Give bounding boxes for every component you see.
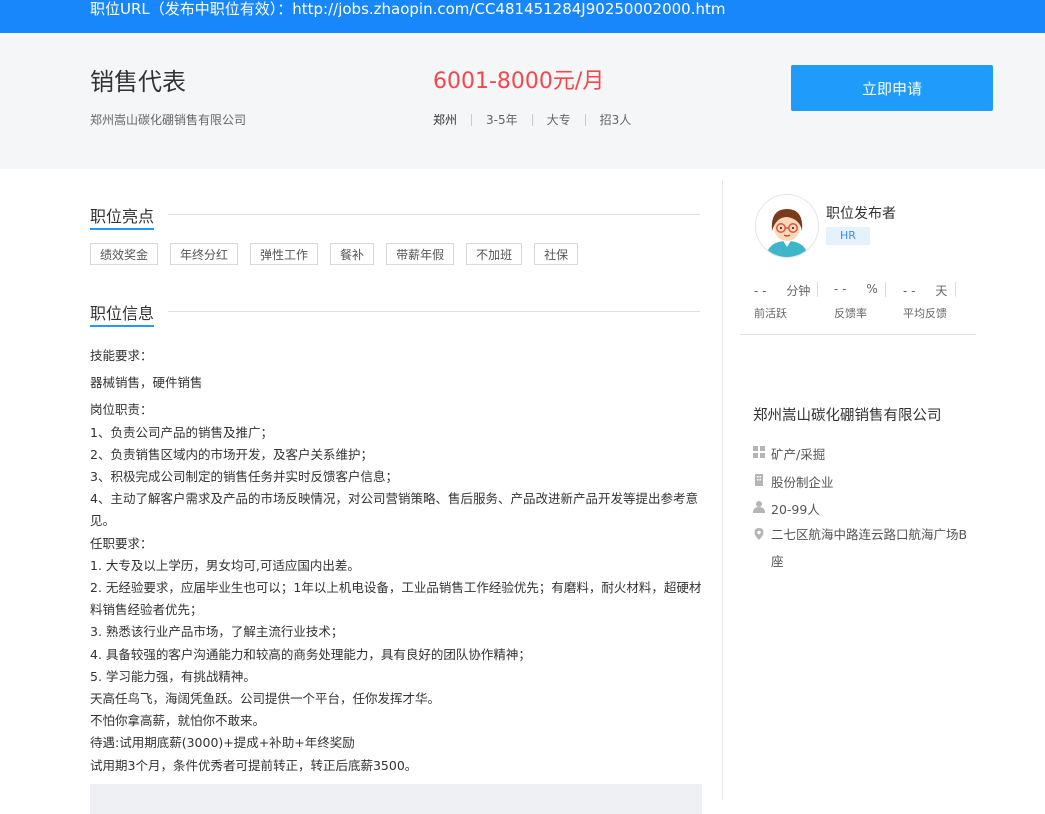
- heading-underline: [90, 325, 154, 327]
- company-type: 股份制企业: [771, 475, 834, 490]
- stat-value: - -: [903, 284, 916, 298]
- company-name-link[interactable]: 郑州嵩山碳化硼销售有限公司: [90, 111, 246, 128]
- person-icon: [753, 501, 765, 513]
- desc-line: 3. 熟悉该行业产品市场，了解主流行业技术；: [90, 624, 344, 640]
- stat-label: 平均反馈: [903, 307, 947, 320]
- stat-unit: 天: [935, 284, 948, 298]
- stat-label: 前活跃: [754, 307, 787, 320]
- job-summary: 销售代表 郑州嵩山碳化硼销售有限公司 6001-8000元/月 郑州 3-5年 …: [0, 33, 1045, 169]
- stat-divider: [885, 282, 886, 297]
- desc-line: 试用期3个月，条件优秀者可提前转正，转正后底薪3500。: [90, 757, 418, 773]
- job-url-text: 职位URL（发布中职位有效）：http://jobs.zhaopin.com/C…: [90, 0, 726, 18]
- desc-line: 1、负责公司产品的销售及推广；: [90, 424, 273, 440]
- company-size-row: 20-99人: [753, 499, 820, 518]
- meta-divider: [584, 113, 586, 126]
- company-address: 二七区航海中路连云路口航海广场B座: [771, 527, 968, 569]
- heading-rule: [168, 311, 700, 312]
- job-description: 技能要求： 器械销售，硬件销售 岗位职责： 1、负责公司产品的销售及推广； 2、…: [90, 345, 702, 777]
- desc-line: 任职要求：: [90, 535, 153, 551]
- company-size: 20-99人: [771, 502, 820, 517]
- job-url-bar: 职位URL（发布中职位有效）：http://jobs.zhaopin.com/C…: [0, 0, 1045, 33]
- company-name[interactable]: 郑州嵩山碳化硼销售有限公司: [753, 404, 942, 425]
- stat-value: - -: [834, 282, 847, 296]
- stat-divider: [955, 282, 956, 297]
- desc-line: 待遇:试用期底薪(3000)+提成+补助+年终奖励: [90, 735, 355, 751]
- highlight-tag: 年终分红: [170, 243, 239, 265]
- avatar-icon: [756, 195, 818, 257]
- desc-line: 4、主动了解客户需求及产品的市场反映情况，对公司营销策略、售后服务、产品改进新产…: [90, 491, 698, 529]
- desc-line: 天高任鸟飞，海阔凭鱼跃。公司提供一个平台，任你发挥才华。: [90, 691, 441, 707]
- desc-line: 岗位职责：: [90, 402, 153, 418]
- section-divider: [740, 334, 976, 335]
- stat-avg-feedback: - - 天: [903, 282, 947, 299]
- stat-unit: 分钟: [786, 284, 811, 298]
- publisher-label: 职位发布者: [826, 206, 896, 222]
- desc-line: 4. 具备较强的客户沟通能力和较高的商务处理能力，具有良好的团队协作精神；: [90, 646, 531, 662]
- desc-line: 不怕你拿高薪，就怕你不敢来。: [90, 713, 266, 729]
- salary: 6001-8000元/月: [433, 69, 605, 94]
- meta-divider: [471, 113, 473, 126]
- highlight-tag: 不加班: [466, 243, 523, 265]
- show-more-bar[interactable]: [90, 784, 702, 814]
- desc-line: 器械销售，硬件销售: [90, 375, 203, 391]
- publisher-role-badge: HR: [826, 227, 870, 245]
- stat-feedback-rate: - - %: [834, 282, 878, 296]
- heading-rule: [168, 214, 700, 215]
- location-pin-icon: [754, 528, 764, 540]
- highlight-tag: 带薪年假: [386, 243, 455, 265]
- highlight-tag: 社保: [534, 243, 579, 265]
- company-type-row: 股份制企业: [753, 472, 834, 491]
- job-headcount: 招3人: [599, 113, 632, 127]
- info-title: 职位信息: [90, 304, 155, 323]
- stat-label: 反馈率: [834, 307, 867, 320]
- job-education: 大专: [546, 113, 571, 127]
- stat-value: - -: [754, 284, 767, 298]
- building-icon: [755, 474, 763, 486]
- highlight-tag: 餐补: [330, 243, 375, 265]
- highlights-heading: 职位亮点: [90, 203, 155, 230]
- highlights-title: 职位亮点: [90, 207, 155, 226]
- desc-line: 1. 大专及以上学历，男女均可,可适应国内出差。: [90, 557, 360, 573]
- highlight-tag: 绩效奖金: [90, 243, 159, 265]
- column-divider: [722, 180, 723, 800]
- company-industry: 矿产/采掘: [771, 447, 826, 462]
- desc-line: 技能要求：: [90, 348, 153, 363]
- desc-line: 5. 学习能力强，有挑战精神。: [90, 668, 256, 684]
- highlight-tag: 弹性工作: [250, 243, 319, 265]
- desc-line: 3、积极完成公司制定的销售任务并实时反馈客户信息；: [90, 469, 398, 485]
- stat-divider: [817, 282, 818, 297]
- highlight-tags: 绩效奖金 年终分红 弹性工作 餐补 带薪年假 不加班 社保: [90, 243, 590, 265]
- job-title: 销售代表: [90, 68, 186, 96]
- grid-icon: [753, 446, 765, 458]
- info-heading: 职位信息: [90, 300, 155, 327]
- job-city[interactable]: 郑州: [433, 111, 457, 128]
- heading-underline: [90, 228, 154, 230]
- job-experience: 3-5年: [486, 113, 518, 127]
- desc-line: 2. 无经验要求，应届毕业生也可以；1年以上机电设备，工业品销售工作经验优先；有…: [90, 580, 702, 618]
- apply-button[interactable]: 立即申请: [791, 65, 993, 111]
- company-address-row: 二七区航海中路连云路口航海广场B座: [753, 521, 975, 575]
- stat-active: - - 分钟: [754, 282, 810, 299]
- desc-line: 2、负责销售区域内的市场开发，及客户关系维护；: [90, 446, 373, 462]
- company-industry-row: 矿产/采掘: [753, 444, 825, 463]
- stat-unit: %: [866, 282, 878, 296]
- job-meta: 郑州 3-5年 大专 招3人: [433, 111, 631, 128]
- meta-divider: [531, 113, 533, 126]
- publisher-avatar: [755, 194, 819, 258]
